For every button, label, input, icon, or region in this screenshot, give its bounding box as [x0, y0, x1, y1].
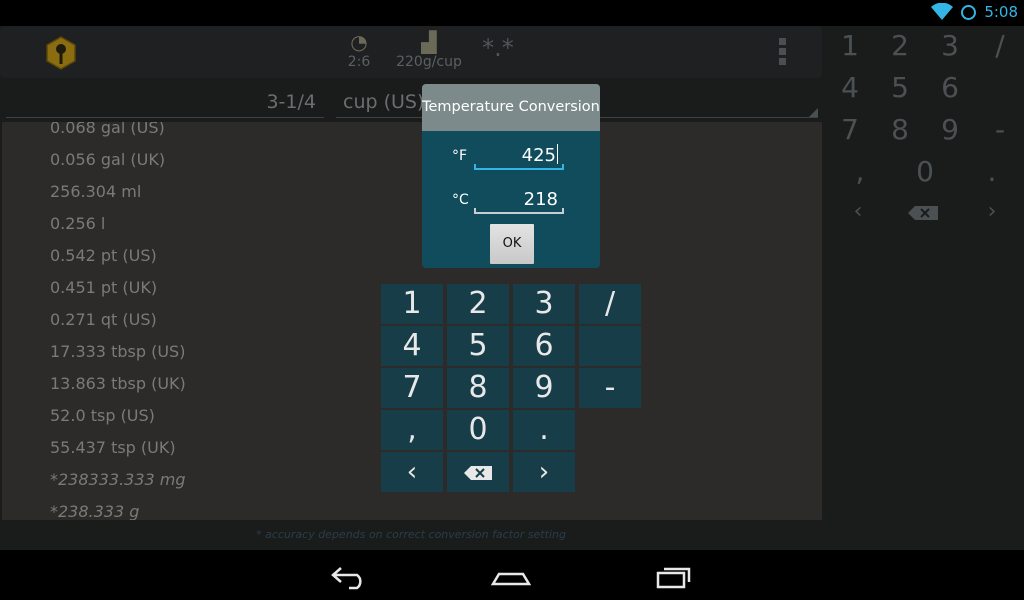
status-icons: 5:08: [931, 3, 1018, 21]
result-row: 0.542 pt (US): [50, 246, 157, 265]
result-row: 0.256 l: [50, 214, 106, 233]
key-4[interactable]: 4: [381, 326, 443, 366]
wifi-icon: [931, 3, 954, 20]
result-row: *238.333 g: [50, 502, 140, 520]
key-backspace[interactable]: [447, 452, 509, 492]
home-icon[interactable]: [489, 562, 533, 590]
side-key[interactable]: 4: [826, 68, 874, 108]
key-6[interactable]: 6: [513, 326, 575, 366]
side-key[interactable]: .: [968, 152, 1016, 192]
key-slash[interactable]: /: [579, 284, 641, 324]
density-button[interactable]: ▟ 220g/cup: [393, 30, 465, 70]
result-row: 0.271 qt (US): [50, 310, 157, 329]
key-cursor-left[interactable]: ‹: [381, 452, 443, 492]
backspace-icon: [464, 465, 492, 480]
overflow-menu-icon[interactable]: [779, 38, 787, 68]
result-row: 0.056 gal (UK): [50, 150, 166, 169]
measuring-jug-icon: ▟: [421, 30, 437, 54]
result-row: 0.068 gal (US): [50, 122, 165, 137]
ratio-label: 2:6: [347, 54, 371, 70]
result-row: 256.304 ml: [50, 182, 142, 201]
side-backspace-icon[interactable]: [908, 206, 938, 220]
side-key[interactable]: 7: [826, 110, 874, 150]
celsius-value: 218: [523, 189, 558, 210]
result-row: 0.451 pt (UK): [50, 278, 158, 297]
recipe-app-logo[interactable]: [44, 36, 78, 70]
dialog-title: Temperature Conversion: [422, 84, 600, 131]
side-key[interactable]: 1: [826, 26, 874, 66]
fahrenheit-value: 425: [521, 145, 556, 166]
navigation-bar: [0, 550, 1024, 600]
back-icon[interactable]: [327, 562, 371, 590]
side-key[interactable]: ,: [836, 152, 884, 192]
celsius-input[interactable]: 218: [474, 186, 564, 214]
side-key[interactable]: -: [976, 110, 1024, 150]
key-5[interactable]: 5: [447, 326, 509, 366]
recent-apps-icon[interactable]: [652, 562, 696, 590]
scale-icon: ◔: [350, 30, 368, 54]
key-9[interactable]: 9: [513, 368, 575, 408]
key-8[interactable]: 8: [447, 368, 509, 408]
accuracy-note: * accuracy depends on correct conversion…: [256, 528, 566, 541]
side-key[interactable]: 0: [901, 152, 949, 192]
number-keypad: 1 2 3 / 4 5 6 7 8 9 - , 0 . ‹ ›: [381, 284, 643, 492]
side-key[interactable]: /: [976, 26, 1024, 66]
result-row: 55.437 tsp (UK): [50, 438, 176, 457]
result-row: 17.333 tbsp (US): [50, 342, 186, 361]
side-key[interactable]: 5: [876, 68, 924, 108]
spinner-arrow-icon: [809, 108, 818, 117]
key-cursor-right[interactable]: ›: [513, 452, 575, 492]
fahrenheit-input[interactable]: 425: [474, 142, 564, 170]
density-label: 220g/cup: [396, 54, 462, 70]
side-key-left[interactable]: ‹: [834, 192, 882, 232]
side-key-right[interactable]: ›: [968, 192, 1016, 232]
result-row: *238333.333 mg: [50, 470, 186, 489]
ok-button[interactable]: OK: [490, 224, 534, 264]
action-bar: ◔ 2:6 ▟ 220g/cup *.*: [0, 26, 822, 78]
ratio-button[interactable]: ◔ 2:6: [344, 30, 374, 70]
key-minus[interactable]: -: [579, 368, 641, 408]
side-key[interactable]: 2: [876, 26, 924, 66]
side-key[interactable]: 3: [926, 26, 974, 66]
result-row: 13.863 tbsp (UK): [50, 374, 186, 393]
key-2[interactable]: 2: [447, 284, 509, 324]
celsius-label: °C: [452, 192, 469, 208]
side-key[interactable]: 8: [876, 110, 924, 150]
key-blank[interactable]: [579, 326, 641, 366]
key-3[interactable]: 3: [513, 284, 575, 324]
key-1[interactable]: 1: [381, 284, 443, 324]
side-keypad: 1 2 3 / 4 5 6 7 8 9 - , 0 . ‹ ›: [826, 26, 1024, 234]
side-key[interactable]: 6: [926, 68, 974, 108]
amount-input[interactable]: 3-1/4: [6, 88, 324, 118]
sync-icon: [961, 4, 977, 20]
text-caret: [557, 144, 558, 164]
result-row: 52.0 tsp (US): [50, 406, 155, 425]
key-comma[interactable]: ,: [381, 410, 443, 450]
key-7[interactable]: 7: [381, 368, 443, 408]
format-button[interactable]: *.*: [478, 34, 518, 62]
key-decimal[interactable]: .: [513, 410, 575, 450]
status-bar: 5:08: [0, 0, 1024, 26]
key-0[interactable]: 0: [447, 410, 509, 450]
clock: 5:08: [984, 3, 1018, 21]
unit-spinner-value: cup (US): [343, 91, 425, 113]
fahrenheit-label: °F: [452, 148, 468, 164]
side-key[interactable]: 9: [926, 110, 974, 150]
temperature-dialog: Temperature Conversion °F 425 °C 218 OK: [422, 84, 600, 268]
